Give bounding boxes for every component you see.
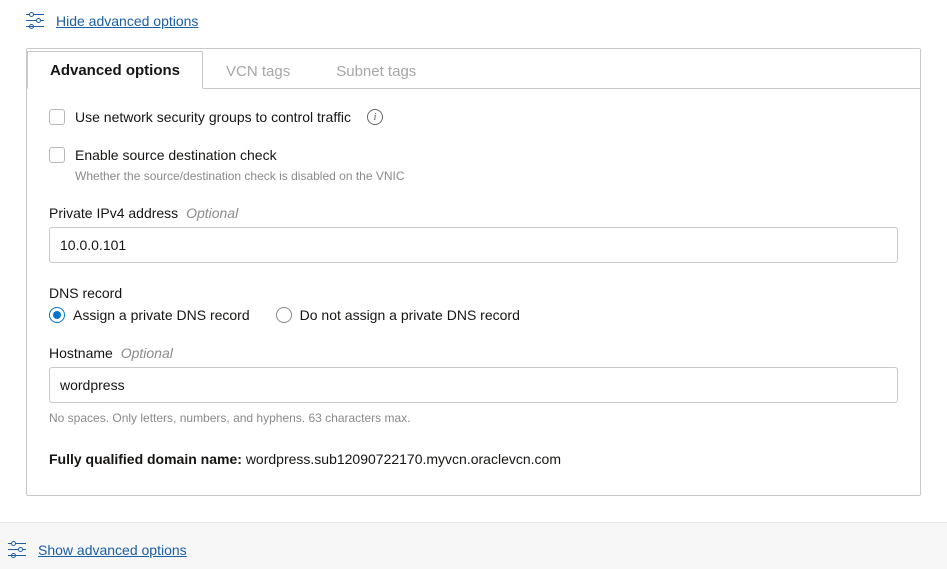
hostname-input[interactable] <box>49 367 898 403</box>
tab-advanced-options[interactable]: Advanced options <box>27 51 203 89</box>
hide-advanced-link[interactable]: Hide advanced options <box>56 13 198 29</box>
hostname-hint: No spaces. Only letters, numbers, and hy… <box>49 411 898 425</box>
radio-unselected-icon <box>276 307 292 323</box>
nsg-checkbox[interactable] <box>49 109 65 125</box>
ipv4-input[interactable] <box>49 227 898 263</box>
info-icon[interactable]: i <box>367 109 383 125</box>
sliders-icon <box>26 12 44 30</box>
tab-vcn-tags[interactable]: VCN tags <box>203 52 313 89</box>
nsg-label: Use network security groups to control t… <box>75 109 351 125</box>
hostname-label: Hostname Optional <box>49 345 898 361</box>
dns-noassign-label: Do not assign a private DNS record <box>300 307 520 323</box>
radio-selected-icon <box>49 307 65 323</box>
dns-legend: DNS record <box>49 285 898 301</box>
src-dest-label: Enable source destination check <box>75 147 277 163</box>
tab-panel-advanced: Use network security groups to control t… <box>27 89 920 495</box>
sliders-icon <box>8 541 26 559</box>
src-dest-helper: Whether the source/destination check is … <box>75 169 898 183</box>
advanced-options-tabs: Advanced options VCN tags Subnet tags Us… <box>26 48 921 496</box>
tab-subnet-tags[interactable]: Subnet tags <box>313 52 439 89</box>
ipv4-label: Private IPv4 address Optional <box>49 205 898 221</box>
hide-advanced-toggle[interactable]: Hide advanced options <box>26 12 921 30</box>
tab-bar: Advanced options VCN tags Subnet tags <box>27 49 920 89</box>
show-advanced-link[interactable]: Show advanced options <box>38 542 187 558</box>
src-dest-checkbox[interactable] <box>49 147 65 163</box>
fqdn-row: Fully qualified domain name: wordpress.s… <box>49 451 898 467</box>
show-advanced-toggle[interactable]: Show advanced options <box>0 523 947 569</box>
dns-assign-label: Assign a private DNS record <box>73 307 250 323</box>
dns-assign-option[interactable]: Assign a private DNS record <box>49 307 250 323</box>
fqdn-label: Fully qualified domain name: <box>49 451 242 467</box>
dns-noassign-option[interactable]: Do not assign a private DNS record <box>276 307 520 323</box>
fqdn-value: wordpress.sub12090722170.myvcn.oraclevcn… <box>246 451 561 467</box>
